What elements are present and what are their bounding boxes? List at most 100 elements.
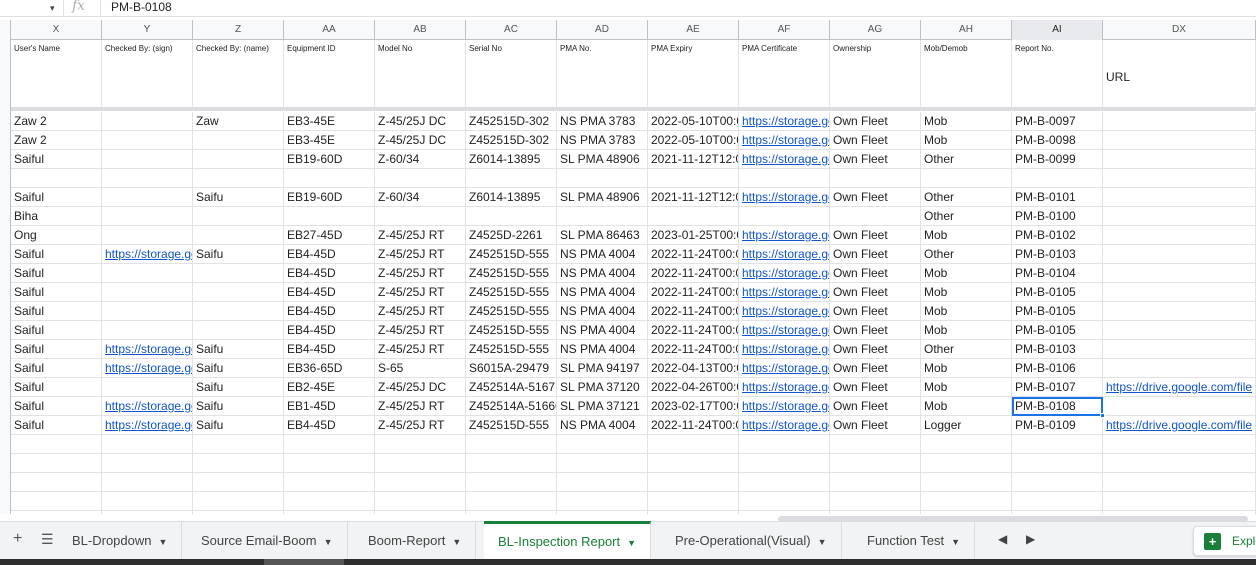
empty-cell[interactable] — [1103, 454, 1256, 473]
table-cell[interactable]: Z-45/25J DC — [375, 112, 466, 131]
table-cell[interactable]: Own Fleet — [830, 188, 921, 207]
table-cell[interactable] — [193, 321, 284, 340]
table-cell[interactable]: PM-B-0101 — [1012, 188, 1103, 207]
table-cell[interactable]: Saiful — [11, 245, 102, 264]
table-cell[interactable]: EB19-60D — [284, 188, 375, 207]
table-cell[interactable] — [375, 207, 466, 226]
table-cell[interactable]: Own Fleet — [830, 321, 921, 340]
table-cell[interactable]: PM-B-0103 — [1012, 340, 1103, 359]
table-cell[interactable] — [193, 169, 284, 188]
table-cell[interactable]: 2022-05-10T00:00 — [648, 112, 739, 131]
link-cell[interactable]: https://storage.googleapis.com — [739, 283, 830, 302]
table-cell[interactable]: Saiful — [11, 264, 102, 283]
table-cell[interactable] — [1103, 226, 1256, 245]
empty-cell[interactable] — [1103, 435, 1256, 454]
table-cell[interactable]: Saiful — [11, 416, 102, 435]
name-box[interactable]: ▾ — [0, 0, 62, 16]
table-cell[interactable]: Own Fleet — [830, 226, 921, 245]
table-cell[interactable]: 2023-01-25T00:00 — [648, 226, 739, 245]
link-cell[interactable]: https://storage.googleapis.com — [739, 397, 830, 416]
table-cell[interactable]: 2022-11-24T00:00 — [648, 340, 739, 359]
table-cell[interactable]: EB36-65D — [284, 359, 375, 378]
table-cell[interactable]: 2022-11-24T00:00 — [648, 245, 739, 264]
table-cell[interactable]: EB3-45E — [284, 131, 375, 150]
formula-input[interactable]: PM-B-0108 — [111, 0, 172, 15]
table-cell[interactable]: Z-45/25J RT — [375, 302, 466, 321]
table-cell[interactable] — [1103, 359, 1256, 378]
table-cell[interactable]: Z4525D-2261 — [466, 226, 557, 245]
empty-cell[interactable] — [284, 435, 375, 454]
table-cell[interactable]: 2022-11-24T00:00 — [648, 416, 739, 435]
column-header-z[interactable]: Z — [193, 20, 284, 40]
table-cell[interactable]: EB4-45D — [284, 321, 375, 340]
table-cell[interactable]: PM-B-0109 — [1012, 416, 1103, 435]
table-cell[interactable]: Saifu — [193, 397, 284, 416]
table-cell[interactable]: EB3-45E — [284, 112, 375, 131]
empty-cell[interactable] — [830, 492, 921, 511]
table-cell[interactable]: Z452515D-555 — [466, 283, 557, 302]
column-header-ah[interactable]: AH — [921, 20, 1012, 40]
empty-cell[interactable] — [375, 435, 466, 454]
chevron-down-icon[interactable]: ▼ — [818, 537, 827, 547]
empty-cell[interactable] — [11, 473, 102, 492]
table-cell[interactable] — [193, 150, 284, 169]
table-cell[interactable] — [466, 207, 557, 226]
table-cell[interactable]: PM-B-0103 — [1012, 245, 1103, 264]
table-cell[interactable] — [1103, 169, 1256, 188]
sheet-tab[interactable]: Boom-Report ▼ — [354, 522, 477, 560]
add-sheet-icon[interactable]: + — [13, 530, 22, 548]
table-cell[interactable]: Z452515D-555 — [466, 245, 557, 264]
empty-cell[interactable] — [466, 511, 557, 514]
column-header-ac[interactable]: AC — [466, 20, 557, 40]
table-cell[interactable] — [102, 169, 193, 188]
chevron-down-icon[interactable]: ▼ — [159, 537, 168, 547]
link-cell[interactable]: https://storage.googleapis.com — [739, 416, 830, 435]
table-cell[interactable]: EB4-45D — [284, 264, 375, 283]
table-cell[interactable] — [1103, 131, 1256, 150]
empty-cell[interactable] — [11, 511, 102, 514]
table-cell[interactable] — [284, 169, 375, 188]
table-cell[interactable] — [102, 378, 193, 397]
table-cell[interactable]: Z452515D-555 — [466, 264, 557, 283]
table-cell[interactable]: Ong — [11, 226, 102, 245]
empty-cell[interactable] — [102, 492, 193, 511]
table-cell[interactable]: EB1-45D — [284, 397, 375, 416]
empty-cell[interactable] — [921, 435, 1012, 454]
table-cell[interactable]: Saiful — [11, 378, 102, 397]
table-cell[interactable]: Other — [921, 150, 1012, 169]
link-cell[interactable]: https://storage.googleapis.com — [739, 112, 830, 131]
table-cell[interactable]: Mob — [921, 283, 1012, 302]
table-cell[interactable] — [193, 302, 284, 321]
empty-cell[interactable] — [1103, 492, 1256, 511]
table-cell[interactable] — [102, 321, 193, 340]
header-cell[interactable]: Checked By: (name) — [193, 40, 284, 108]
table-cell[interactable]: 2022-11-24T00:00 — [648, 264, 739, 283]
table-cell[interactable]: NS PMA 3783 — [557, 112, 648, 131]
column-header-ab[interactable]: AB — [375, 20, 466, 40]
empty-cell[interactable] — [1012, 454, 1103, 473]
link-cell[interactable]: https://storage.googleapis.com — [739, 264, 830, 283]
table-cell[interactable]: Z-45/25J RT — [375, 264, 466, 283]
empty-cell[interactable] — [648, 435, 739, 454]
column-header-ai[interactable]: AI — [1012, 20, 1103, 40]
header-cell[interactable]: PMA Certificate — [739, 40, 830, 108]
table-cell[interactable]: Z-45/25J RT — [375, 340, 466, 359]
empty-cell[interactable] — [193, 454, 284, 473]
sheet-tab[interactable]: Source Email-Boom ▼ — [187, 522, 348, 560]
empty-cell[interactable] — [830, 454, 921, 473]
table-cell[interactable]: 2022-04-26T00:00 — [648, 378, 739, 397]
table-cell[interactable]: Z-45/25J RT — [375, 283, 466, 302]
empty-cell[interactable] — [375, 454, 466, 473]
table-cell[interactable]: Saiful — [11, 150, 102, 169]
table-cell[interactable]: 2023-02-17T00:00 — [648, 397, 739, 416]
table-cell[interactable]: SL PMA 86463 — [557, 226, 648, 245]
empty-cell[interactable] — [1103, 511, 1256, 514]
table-cell[interactable]: SL PMA 94197 — [557, 359, 648, 378]
table-cell[interactable]: PM-B-0105 — [1012, 321, 1103, 340]
table-cell[interactable]: NS PMA 4004 — [557, 302, 648, 321]
table-cell[interactable]: Mob — [921, 302, 1012, 321]
table-cell[interactable]: EB4-45D — [284, 283, 375, 302]
table-cell[interactable] — [375, 169, 466, 188]
table-cell[interactable]: 2022-11-24T00:00 — [648, 302, 739, 321]
table-cell[interactable] — [1103, 340, 1256, 359]
